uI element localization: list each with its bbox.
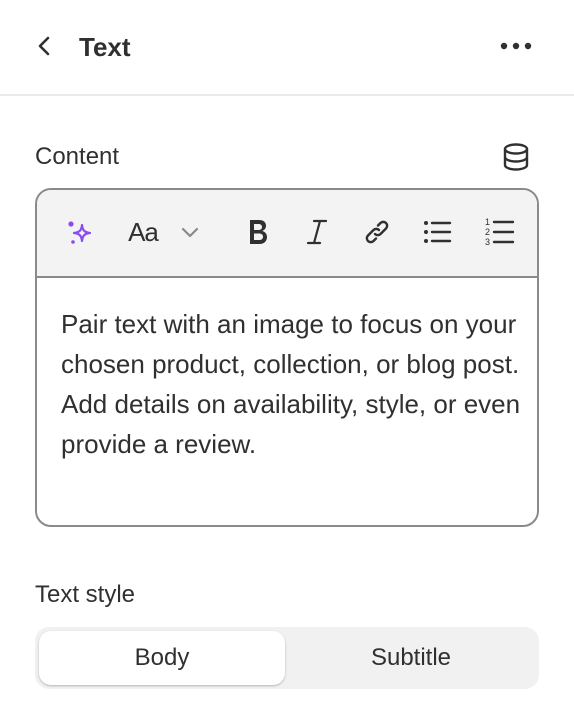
- bold-icon: [250, 220, 267, 244]
- text-style-option-subtitle[interactable]: Subtitle: [287, 631, 535, 685]
- sparkle-icon: [68, 221, 92, 244]
- ai-generate-button[interactable]: [59, 212, 99, 252]
- italic-icon: [306, 219, 328, 245]
- svg-text:2: 2: [485, 227, 490, 237]
- svg-text:1: 1: [485, 217, 490, 227]
- svg-text:3: 3: [485, 237, 490, 247]
- text-style-segmented-control: Body Subtitle: [35, 627, 539, 689]
- link-icon: [365, 220, 389, 244]
- back-button[interactable]: [30, 31, 60, 61]
- bullet-list-icon: [424, 221, 452, 243]
- ellipsis-icon: [500, 42, 532, 50]
- content-label: Content: [35, 143, 120, 170]
- font-size-label: Aa: [128, 216, 159, 247]
- font-size-dropdown[interactable]: Aa: [125, 212, 205, 252]
- page-title: Text: [79, 32, 131, 62]
- editor-content[interactable]: Pair text with an image to focus on your…: [61, 304, 521, 464]
- chevron-left-icon: [38, 36, 50, 56]
- panel-header: Text: [0, 0, 574, 96]
- bold-button[interactable]: [237, 212, 277, 252]
- more-actions-button[interactable]: [496, 30, 536, 62]
- text-style-label: Text style: [35, 581, 136, 608]
- numbered-list-button[interactable]: 1 2 3: [479, 212, 519, 252]
- text-style-option-body[interactable]: Body: [39, 631, 285, 685]
- link-button[interactable]: [357, 212, 397, 252]
- dynamic-source-button[interactable]: [500, 141, 532, 173]
- database-icon: [503, 143, 529, 171]
- numbered-list-icon: 1 2 3: [485, 217, 515, 247]
- bullet-list-button[interactable]: [417, 212, 457, 252]
- italic-button[interactable]: [297, 212, 337, 252]
- editor-toolbar: Aa 1 2 3: [37, 190, 537, 278]
- rich-text-editor: Aa 1 2 3 Pair text with an image to focu…: [35, 188, 539, 527]
- chevron-down-icon: [181, 227, 199, 238]
